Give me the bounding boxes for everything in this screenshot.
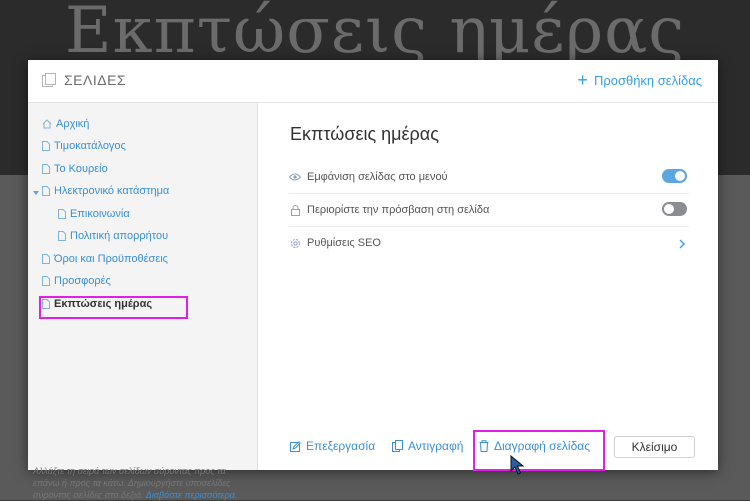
pages-sidebar: Αρχική Τιμοκατάλογος Το Κουρείο Ηλεκτρον…: [28, 103, 258, 500]
pages-dialog: ΣΕΛΙΔΕΣ + Προσθήκη σελίδας Αρχική Τιμοκα…: [28, 60, 718, 500]
sidebar-item-label: Αρχική: [56, 118, 90, 130]
sidebar-item-privacy[interactable]: Πολιτική απορρήτου: [58, 230, 168, 242]
page-icon: [42, 141, 50, 151]
dialog-title-text: ΣΕΛΙΔΕΣ: [64, 72, 127, 88]
page-icon: [42, 186, 50, 196]
selected-item-highlight: [39, 296, 188, 319]
sidebar-item-barbershop[interactable]: Το Κουρείο: [42, 163, 108, 175]
seo-settings-row[interactable]: Ρυθμίσεις SEO: [289, 227, 689, 259]
page-icon: [42, 254, 50, 264]
read-more-link[interactable]: Διαβάστε περισσότερα.: [146, 490, 238, 500]
restrict-access-toggle[interactable]: [662, 202, 687, 216]
toggle-knob: [675, 171, 685, 181]
home-icon: [42, 119, 52, 129]
sidebar-item-terms[interactable]: Όροι και Προϋποθέσεις: [42, 253, 168, 265]
sidebar-item-pricelist[interactable]: Τιμοκατάλογος: [42, 140, 126, 152]
sidebar-item-label: Όροι και Προϋποθέσεις: [54, 253, 168, 265]
edit-icon: [290, 440, 301, 452]
copy-label: Αντιγραφή: [408, 439, 464, 453]
chevron-right-icon: [679, 236, 685, 254]
add-page-label: Προσθήκη σελίδας: [593, 73, 702, 88]
sidebar-help-text: Αλλάξτε τη σειρά των σελίδων σύροντας πρ…: [33, 465, 248, 501]
sidebar-item-contact[interactable]: Επικοινωνία: [58, 208, 130, 220]
page-icon: [42, 276, 50, 286]
background-heading: Εκπτώσεις ημέρας: [64, 0, 686, 68]
sidebar-item-label: Επικοινωνία: [70, 208, 130, 220]
lock-icon: [289, 204, 301, 216]
show-in-menu-setting: Εμφάνιση σελίδας στο μενού: [289, 161, 689, 194]
cursor-icon: [510, 454, 525, 480]
gear-icon: [289, 238, 301, 249]
copy-button[interactable]: Αντιγραφή: [392, 439, 463, 453]
restrict-access-setting: Περιορίστε την πρόσβαση στη σελίδα: [289, 194, 689, 227]
page-icon: [58, 209, 66, 219]
close-button[interactable]: Κλείσιμο: [614, 436, 695, 458]
delete-button-highlight: [473, 430, 605, 471]
sidebar-item-home[interactable]: Αρχική: [42, 118, 89, 130]
edit-button[interactable]: Επεξεργασία: [290, 439, 375, 453]
expand-arrow-icon[interactable]: [33, 187, 39, 199]
sidebar-item-label: Ηλεκτρονικό κατάστημα: [54, 185, 170, 197]
add-page-button[interactable]: + Προσθήκη σελίδας: [577, 70, 702, 90]
page-icon: [42, 164, 50, 174]
setting-label: Εμφάνιση σελίδας στο μενού: [307, 171, 448, 183]
setting-label: Περιορίστε την πρόσβαση στη σελίδα: [307, 204, 490, 216]
sidebar-item-offers[interactable]: Προσφορές: [42, 275, 111, 287]
edit-label: Επεξεργασία: [306, 439, 376, 453]
plus-icon: +: [577, 70, 588, 90]
dialog-title: ΣΕΛΙΔΕΣ: [42, 72, 126, 88]
sidebar-item-label: Τιμοκατάλογος: [54, 140, 126, 152]
dialog-header: ΣΕΛΙΔΕΣ + Προσθήκη σελίδας: [28, 60, 718, 103]
copy-icon: [392, 440, 403, 452]
toggle-knob: [664, 204, 674, 214]
page-icon: [58, 231, 66, 241]
eye-icon: [289, 173, 301, 181]
page-title: Εκπτώσεις ημέρας: [290, 124, 439, 144]
pages-icon: [42, 73, 57, 87]
sidebar-item-label: Το Κουρείο: [54, 163, 108, 175]
sidebar-item-label: Προσφορές: [54, 275, 111, 287]
show-in-menu-toggle[interactable]: [662, 169, 687, 183]
sidebar-item-eshop[interactable]: Ηλεκτρονικό κατάστημα: [33, 185, 170, 197]
setting-label: Ρυθμίσεις SEO: [307, 237, 381, 249]
sidebar-item-label: Πολιτική απορρήτου: [70, 230, 169, 242]
